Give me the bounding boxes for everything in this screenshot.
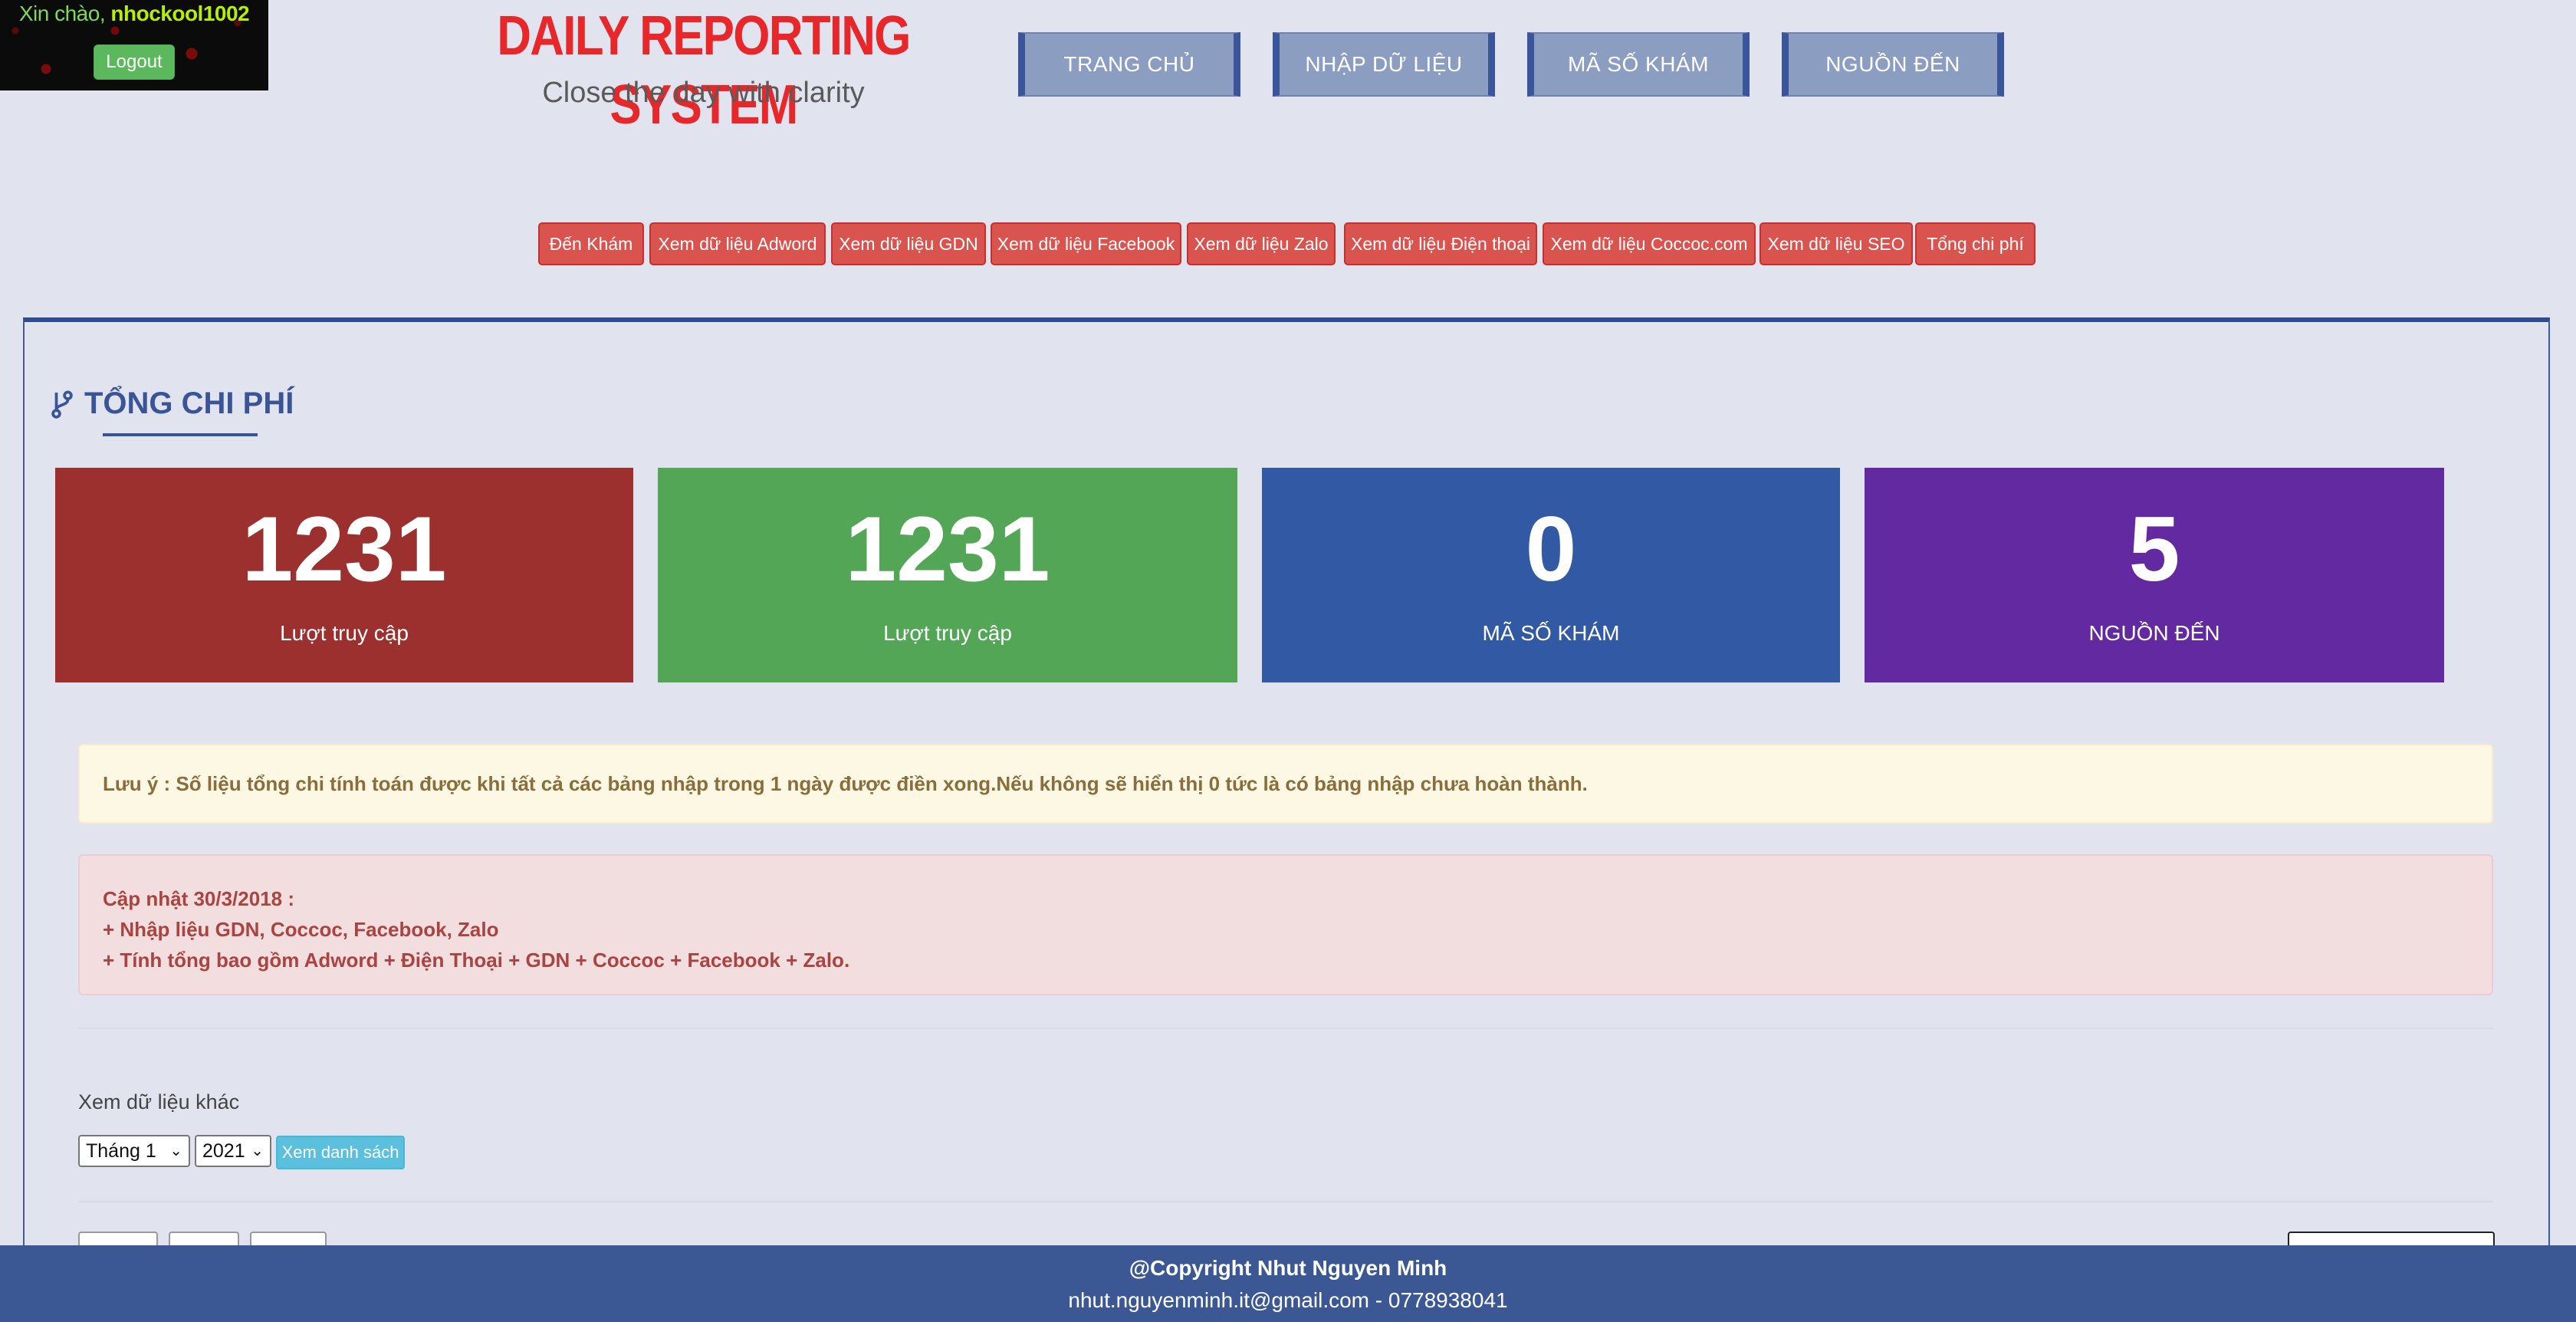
subnav-tong-chi-phi[interactable]: Tổng chi phí xyxy=(1915,222,2036,265)
divider xyxy=(78,1201,2493,1202)
stat-card-visits-1: 1231 Lượt truy cập xyxy=(55,468,633,682)
footer-copyright: @Copyright Nhut Nguyen Minh xyxy=(1129,1256,1447,1280)
chevron-down-icon: ⌄ xyxy=(169,1143,182,1159)
logout-button[interactable]: Logout xyxy=(94,44,175,80)
subnav-facebook[interactable]: Xem dữ liệu Facebook xyxy=(991,222,1181,265)
section-title: TỔNG CHI PHÍ xyxy=(84,386,294,420)
stat-label: NGUỒN ĐẾN xyxy=(2088,621,2220,645)
stat-card-visits-2: 1231 Lượt truy cập xyxy=(658,468,1237,682)
stat-value: 1231 xyxy=(845,498,1050,600)
chevron-down-icon: ⌄ xyxy=(251,1143,264,1159)
subnav-adword[interactable]: Xem dữ liệu Adword xyxy=(649,222,826,265)
greeting-text: Xin chào, xyxy=(18,2,106,25)
data-view-nav: Đến Khám Xem dữ liệu Adword Xem dữ liệu … xyxy=(0,222,2576,267)
subnav-gdn[interactable]: Xem dữ liệu GDN xyxy=(831,222,986,265)
subnav-seo[interactable]: Xem dữ liệu SEO xyxy=(1760,222,1913,265)
stat-label: MÃ SỐ KHÁM xyxy=(1482,621,1620,645)
nav-nguon-den[interactable]: NGUỒN ĐẾN xyxy=(1782,32,2004,97)
stat-value: 1231 xyxy=(242,498,447,600)
username: nhockool1002 xyxy=(110,2,250,25)
nav-nhap-du-lieu[interactable]: NHẬP DỮ LIỆU xyxy=(1273,32,1495,97)
stat-value: 0 xyxy=(1525,498,1577,600)
view-list-button[interactable]: Xem danh sách xyxy=(276,1136,405,1169)
subnav-zalo[interactable]: Xem dữ liệu Zalo xyxy=(1187,222,1336,265)
stat-card-sources: 5 NGUỒN ĐẾN xyxy=(1865,468,2444,682)
filter-label: Xem dữ liệu khác xyxy=(78,1090,240,1113)
year-value: 2021 xyxy=(202,1139,245,1162)
stat-label: Lượt truy cập xyxy=(280,621,409,645)
month-value: Tháng 1 xyxy=(86,1139,156,1162)
notice-alert: Lưu ý : Số liệu tổng chi tính toán được … xyxy=(78,744,2493,824)
branch-icon xyxy=(51,390,73,419)
divider xyxy=(78,1028,2493,1029)
update-line: + Tính tổng bao gồm Adword + Điện Thoại … xyxy=(103,949,850,972)
subnav-den-kham[interactable]: Đến Khám xyxy=(538,222,644,265)
update-line: + Nhập liệu GDN, Coccoc, Facebook, Zalo xyxy=(103,918,499,941)
subnav-coccoc[interactable]: Xem dữ liệu Coccoc.com xyxy=(1543,222,1756,265)
stat-card-exam-codes: 0 MÃ SỐ KHÁM xyxy=(1262,468,1840,682)
year-select[interactable]: 2021 ⌄ xyxy=(195,1135,271,1167)
update-alert: Cập nhật 30/3/2018 : + Nhập liệu GDN, Co… xyxy=(78,854,2493,995)
footer: @Copyright Nhut Nguyen Minh nhut.nguyenm… xyxy=(0,1245,2576,1322)
nav-ma-so-kham[interactable]: MÃ SỐ KHÁM xyxy=(1527,32,1750,97)
user-box: Xin chào, nhockool1002 Logout xyxy=(0,0,268,90)
greeting: Xin chào, nhockool1002 xyxy=(0,2,268,26)
footer-contact: nhut.nguyenminh.it@gmail.com - 077893804… xyxy=(1068,1288,1508,1312)
notice-text: Lưu ý : Số liệu tổng chi tính toán được … xyxy=(103,771,1588,795)
update-heading: Cập nhật 30/3/2018 : xyxy=(103,887,294,910)
stat-value: 5 xyxy=(2128,498,2180,600)
title-underline xyxy=(103,433,258,436)
section-heading: TỔNG CHI PHÍ xyxy=(51,386,294,421)
month-select[interactable]: Tháng 1 ⌄ xyxy=(78,1135,190,1167)
app-title: DAILY REPORTING SYSTEM xyxy=(497,5,911,136)
subnav-dien-thoai[interactable]: Xem dữ liệu Điện thoại xyxy=(1344,222,1537,265)
stat-label: Lượt truy cập xyxy=(883,621,1012,645)
app-subtitle: Close the day with clarity xyxy=(542,77,865,109)
nav-trang-chu[interactable]: TRANG CHỦ xyxy=(1018,32,1240,97)
